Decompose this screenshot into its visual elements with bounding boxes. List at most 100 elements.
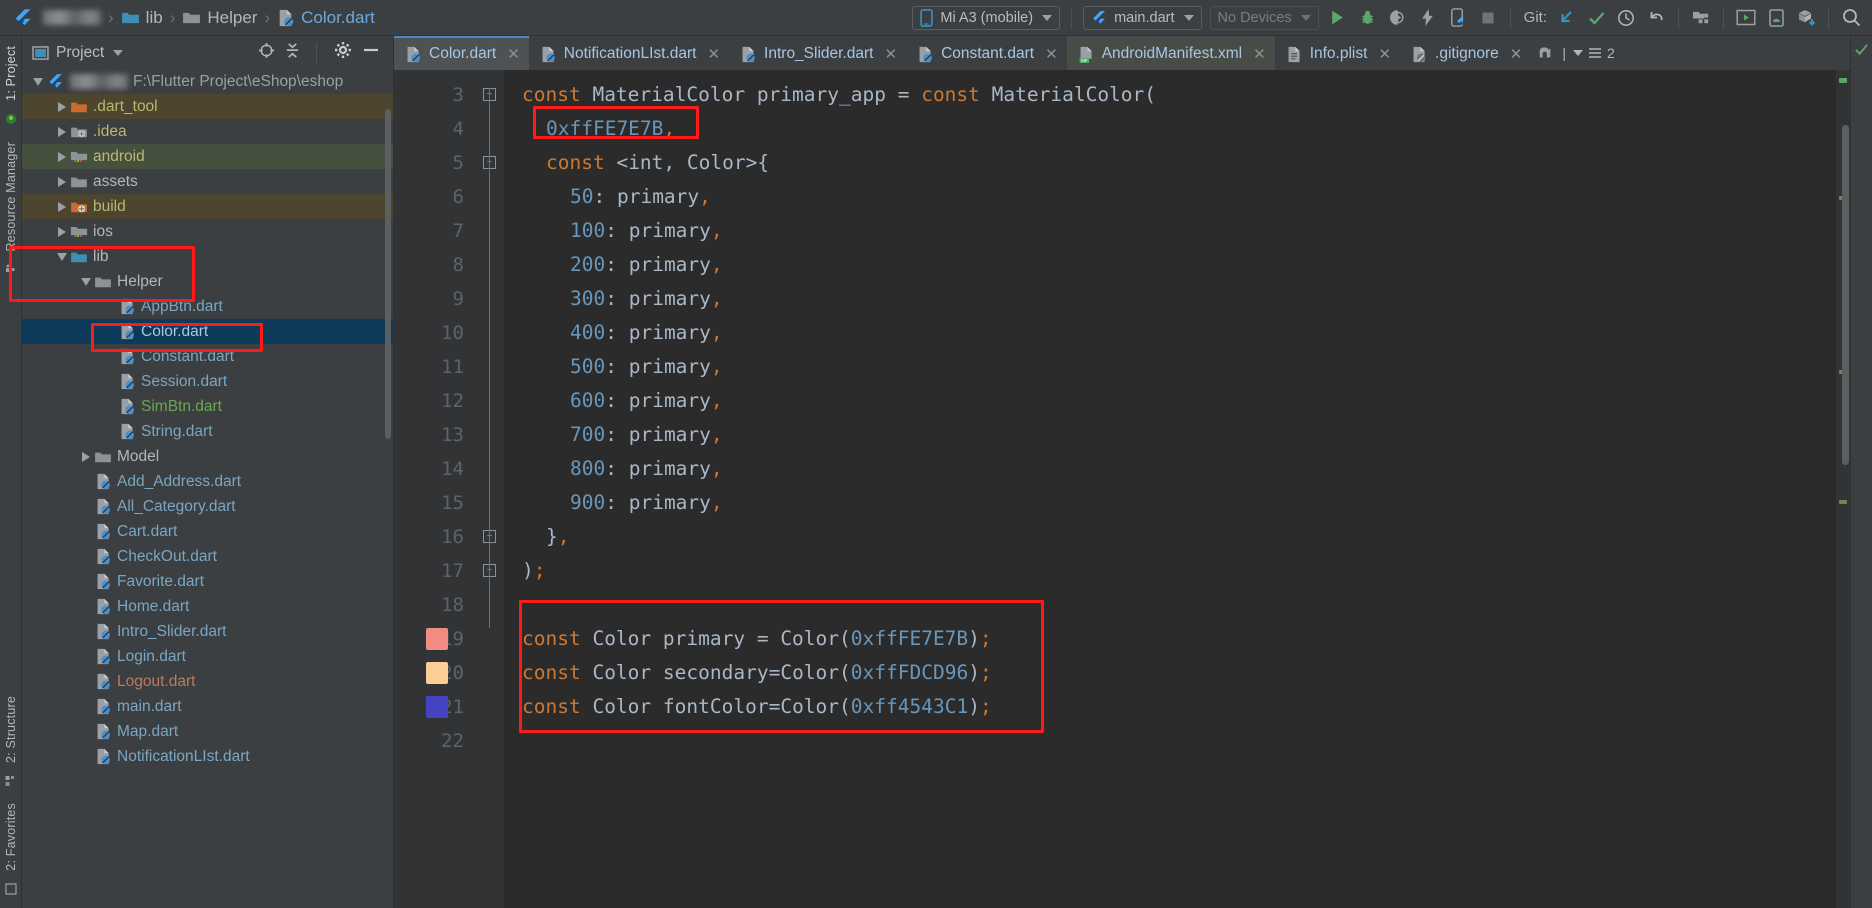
code-line[interactable]: 700: primary, — [504, 418, 1836, 452]
tree-row[interactable]: lib — [22, 244, 393, 269]
chevron-right-icon[interactable] — [54, 127, 70, 137]
run-configuration-selector[interactable]: main.dart — [1083, 6, 1201, 30]
code-line[interactable]: 200: primary, — [504, 248, 1836, 282]
chevron-right-icon[interactable] — [54, 227, 70, 237]
breadcrumb-item-helper[interactable]: Helper — [177, 8, 262, 28]
avd-manager-button[interactable] — [1731, 5, 1761, 31]
breadcrumb-item-color-dart[interactable]: Color.dart — [272, 8, 380, 28]
code-line[interactable]: const MaterialColor primary_app = const … — [504, 78, 1836, 112]
close-icon[interactable]: ✕ — [884, 45, 897, 63]
hide-panel-button[interactable] — [361, 41, 381, 64]
favorites-icon[interactable] — [5, 882, 17, 900]
chevron-down-icon[interactable] — [78, 278, 94, 286]
settings-button[interactable] — [334, 41, 352, 64]
sdk-manager-button[interactable] — [1791, 5, 1821, 31]
tree-row[interactable]: F:\Flutter Project\eShop\eshop — [22, 69, 393, 94]
tree-row[interactable]: Home.dart — [22, 594, 393, 619]
no-devices-selector[interactable]: No Devices — [1210, 6, 1319, 30]
device-manager-button[interactable] — [1761, 5, 1791, 31]
breadcrumb-project-name[interactable] — [38, 10, 106, 25]
code-line[interactable]: 300: primary, — [504, 282, 1836, 316]
run-coverage-button[interactable] — [1383, 5, 1413, 31]
color-preview-swatch[interactable] — [426, 628, 448, 650]
git-history-button[interactable] — [1611, 5, 1641, 31]
color-preview-swatch[interactable] — [426, 662, 448, 684]
editor-tab[interactable]: Intro_Slider.dart✕ — [729, 36, 906, 70]
code-line[interactable]: 100: primary, — [504, 214, 1836, 248]
tree-row[interactable]: assets — [22, 169, 393, 194]
tree-row[interactable]: Map.dart — [22, 719, 393, 744]
sidebar-item-resource-manager[interactable]: Resource Manager — [4, 136, 18, 258]
tree-row[interactable]: .idea — [22, 119, 393, 144]
tree-row[interactable]: String.dart — [22, 419, 393, 444]
code-line[interactable] — [504, 588, 1836, 622]
debug-button[interactable] — [1353, 5, 1383, 31]
project-panel-title-group[interactable]: Project — [32, 44, 123, 62]
tree-row[interactable]: Intro_Slider.dart — [22, 619, 393, 644]
code-line[interactable]: const <int, Color>{ — [504, 146, 1836, 180]
chevron-right-icon[interactable] — [54, 152, 70, 162]
code-line[interactable]: 400: primary, — [504, 316, 1836, 350]
editor-vertical-scrollbar[interactable] — [1842, 125, 1849, 465]
editor-marker-strip[interactable] — [1836, 70, 1850, 908]
editor-tab[interactable]: .gitignore✕ — [1400, 36, 1531, 70]
tree-row[interactable]: SimBtn.dart — [22, 394, 393, 419]
code-line[interactable]: 50: primary, — [504, 180, 1836, 214]
scroll-from-source-button[interactable] — [258, 42, 275, 64]
chevron-down-icon[interactable] — [54, 253, 70, 261]
tree-row[interactable]: Model — [22, 444, 393, 469]
editor-tab[interactable]: MFAndroidManifest.xml✕ — [1067, 36, 1275, 70]
close-icon[interactable]: ✕ — [707, 45, 720, 63]
code-line[interactable]: const Color primary = Color(0xffFE7E7B); — [504, 622, 1836, 656]
tree-row[interactable]: AppBtn.dart — [22, 294, 393, 319]
breadcrumb-item-lib[interactable]: lib — [116, 8, 168, 28]
tree-row[interactable]: Logout.dart — [22, 669, 393, 694]
chevron-right-icon[interactable] — [54, 177, 70, 187]
git-update-project-button[interactable] — [1551, 5, 1581, 31]
collapse-all-button[interactable] — [284, 42, 301, 64]
code-line[interactable]: ); — [504, 554, 1836, 588]
project-tree-scrollbar[interactable] — [385, 109, 391, 439]
tree-row[interactable]: .dart_tool — [22, 94, 393, 119]
code-line[interactable] — [504, 724, 1836, 758]
close-icon[interactable]: ✕ — [1253, 45, 1266, 63]
tree-row[interactable]: Favorite.dart — [22, 569, 393, 594]
editor-tab[interactable]: Color.dart✕ — [394, 36, 529, 70]
tab-overflow-group[interactable]: | 2 — [1531, 36, 1620, 70]
color-preview-swatch[interactable] — [426, 696, 448, 718]
run-button[interactable] — [1323, 5, 1353, 31]
chevron-down-icon[interactable] — [113, 50, 123, 56]
chevron-down-icon[interactable] — [30, 78, 46, 86]
flutter-device-button[interactable] — [1443, 5, 1473, 31]
code-line[interactable]: 900: primary, — [504, 486, 1836, 520]
chevron-right-icon[interactable] — [54, 102, 70, 112]
sidebar-item-favorites[interactable]: 2: Favorites — [4, 797, 18, 877]
hot-reload-button[interactable] — [1413, 5, 1443, 31]
code-line[interactable]: 0xffFE7E7B, — [504, 112, 1836, 146]
code-line[interactable]: 800: primary, — [504, 452, 1836, 486]
git-commit-button[interactable] — [1581, 5, 1611, 31]
close-icon[interactable]: ✕ — [507, 45, 520, 63]
sidebar-item-project[interactable]: 1: Project — [4, 40, 18, 107]
tree-row[interactable]: Color.dart — [22, 319, 393, 344]
tree-row[interactable]: NotificationLIst.dart — [22, 744, 393, 769]
device-selector[interactable]: Mi A3 (mobile) — [912, 6, 1060, 30]
git-rollback-button[interactable] — [1641, 5, 1671, 31]
structure-icon[interactable] — [5, 774, 17, 792]
resource-manager-icon[interactable] — [5, 262, 17, 280]
code-line[interactable]: const Color fontColor=Color(0xff4543C1); — [504, 690, 1836, 724]
code-line[interactable]: const Color secondary=Color(0xffFDCD96); — [504, 656, 1836, 690]
sidebar-item-structure[interactable]: 2: Structure — [4, 690, 18, 769]
editor-tab[interactable]: NotificationLIst.dart✕ — [529, 36, 729, 70]
tree-row[interactable]: Cart.dart — [22, 519, 393, 544]
tree-row[interactable]: All_Category.dart — [22, 494, 393, 519]
project-tree[interactable]: F:\Flutter Project\eShop\eshop.dart_tool… — [22, 69, 393, 908]
tree-row[interactable]: Constant.dart — [22, 344, 393, 369]
tree-row[interactable]: Session.dart — [22, 369, 393, 394]
tree-row[interactable]: Helper — [22, 269, 393, 294]
stop-button[interactable] — [1473, 5, 1503, 31]
close-icon[interactable]: ✕ — [1045, 45, 1058, 63]
code-line[interactable]: }, — [504, 520, 1836, 554]
close-icon[interactable]: ✕ — [1510, 45, 1523, 63]
tree-row[interactable]: Login.dart — [22, 644, 393, 669]
